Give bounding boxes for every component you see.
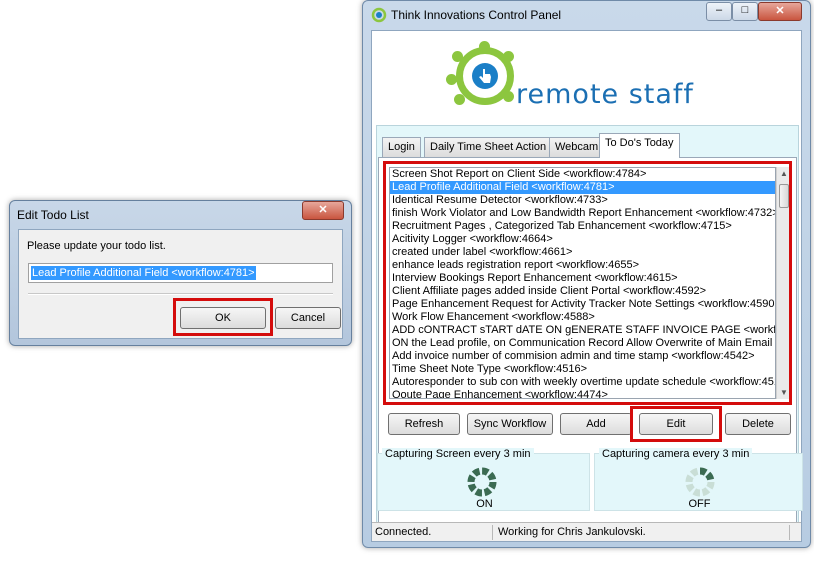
todo-list-item[interactable]: Identical Resume Detector <workflow:4733… (390, 194, 775, 207)
todo-list-highlight: Screen Shot Report on Client Side <workf… (383, 161, 792, 405)
tab-webcam[interactable]: Webcam (549, 137, 605, 157)
tab-control: Login Daily Time Sheet Action Webcam To … (376, 125, 803, 539)
todo-list-item[interactable]: Time Sheet Note Type <workflow:4516> (390, 363, 775, 376)
tab-login[interactable]: Login (382, 137, 421, 157)
add-button[interactable]: Add (560, 413, 632, 435)
logo-dot (479, 41, 490, 52)
todo-list-item[interactable]: Acitivity Logger <workflow:4664> (390, 233, 775, 246)
todo-list-item[interactable]: ADD cONTRACT sTART dATE ON gENERATE STAF… (390, 324, 775, 337)
todo-list-item[interactable]: Screen Shot Report on Client Side <workf… (390, 168, 775, 181)
edit-button[interactable]: Edit (639, 413, 713, 435)
sync-workflow-button[interactable]: Sync Workflow (467, 413, 553, 435)
control-panel-window: Think Innovations Control Panel – □ ✕ re… (362, 0, 811, 548)
logo-dot (446, 74, 457, 85)
logo-text: remote staff (516, 79, 694, 110)
todo-list-item[interactable]: Autoresponder to sub con with weekly ove… (390, 376, 775, 389)
remote-staff-logo: remote staff (446, 41, 748, 119)
todo-list-scrollbar[interactable]: ▲ ▼ (776, 167, 789, 399)
logo-dot (503, 91, 514, 102)
todo-list-item[interactable]: Add invoice number of commision admin an… (390, 350, 775, 363)
delete-button[interactable]: Delete (725, 413, 791, 435)
close-button[interactable]: ✕ (758, 2, 802, 21)
minimize-icon: – (715, 4, 723, 16)
todo-list-item[interactable]: enhance leads registration report <workf… (390, 259, 775, 272)
tab-todos-today[interactable]: To Do's Today (599, 133, 680, 158)
screen-capture-progress-icon (467, 467, 497, 497)
todo-list-item[interactable]: ON the Lead profile, on Communication Re… (390, 337, 775, 350)
app-icon (371, 7, 387, 23)
status-separator (492, 525, 493, 540)
todo-edit-input-text: Lead Profile Additional Field <workflow:… (31, 266, 256, 280)
camera-capture-progress-icon (685, 467, 715, 497)
status-separator (789, 525, 790, 540)
connection-status: Connected. (375, 526, 432, 538)
dialog-client-area: Please update your todo list. Lead Profi… (18, 229, 343, 339)
todo-list-item[interactable]: Recruitment Pages , Categorized Tab Enha… (390, 220, 775, 233)
todo-listbox[interactable]: Screen Shot Report on Client Side <workf… (389, 167, 776, 399)
status-bar: Connected. Working for Chris Jankulovski… (372, 522, 801, 541)
todo-list-item[interactable]: Work Flow Ehancement <workflow:4588> (390, 311, 775, 324)
camera-capture-label: Capturing camera every 3 min (599, 448, 753, 460)
close-icon: ✕ (318, 204, 328, 216)
todo-list-item[interactable]: Client Affiliate pages added inside Clie… (390, 285, 775, 298)
edit-todo-dialog: Edit Todo List ✕ Please update your todo… (9, 200, 352, 346)
todo-list-item[interactable]: Lead Profile Additional Field <workflow:… (390, 181, 775, 194)
todo-list-item[interactable]: Qoute Page Enhancement <workflow:4474> (390, 389, 775, 398)
camera-capture-state: OFF (688, 498, 711, 510)
ok-button[interactable]: OK (180, 307, 266, 329)
todo-list-item[interactable]: created under label <workflow:4661> (390, 246, 775, 259)
logo-dot (454, 94, 465, 105)
logo-dot (452, 51, 463, 62)
screen-capture-group: Capturing Screen every 3 min ON (377, 448, 590, 511)
dialog-divider (28, 293, 333, 295)
screen-capture-label: Capturing Screen every 3 min (382, 448, 534, 460)
window-title: Think Innovations Control Panel (391, 8, 562, 22)
hand-pointer-icon (472, 63, 498, 89)
todo-list-item[interactable]: Interview Bookings Report Enhancement <w… (390, 272, 775, 285)
dialog-title: Edit Todo List (17, 208, 89, 222)
cancel-button[interactable]: Cancel (275, 307, 341, 329)
scroll-up-icon[interactable]: ▲ (777, 167, 789, 180)
logo-dot (503, 51, 514, 62)
tab-daily-time-sheet-action[interactable]: Daily Time Sheet Action (424, 137, 553, 157)
close-icon: ✕ (775, 5, 785, 17)
working-for-status: Working for Chris Jankulovski. (498, 526, 646, 538)
window-client-area: remote staff Login Daily Time Sheet Acti… (371, 30, 803, 542)
maximize-button[interactable]: □ (732, 2, 758, 21)
camera-capture-group: Capturing camera every 3 min OFF (594, 448, 803, 511)
todo-list-item[interactable]: finish Work Violator and Low Bandwidth R… (390, 207, 775, 220)
dialog-close-button[interactable]: ✕ (302, 201, 344, 220)
scroll-down-icon[interactable]: ▼ (777, 386, 789, 399)
maximize-icon: □ (741, 4, 749, 16)
refresh-button[interactable]: Refresh (388, 413, 460, 435)
todo-tab-panel: Screen Shot Report on Client Side <workf… (377, 157, 803, 535)
dialog-prompt: Please update your todo list. (27, 240, 166, 252)
minimize-button[interactable]: – (706, 2, 732, 21)
screen-capture-state: ON (476, 498, 493, 510)
todo-list-item[interactable]: Page Enhancement Request for Activity Tr… (390, 298, 775, 311)
todo-edit-input[interactable]: Lead Profile Additional Field <workflow:… (28, 263, 333, 283)
scroll-thumb[interactable] (779, 184, 789, 208)
